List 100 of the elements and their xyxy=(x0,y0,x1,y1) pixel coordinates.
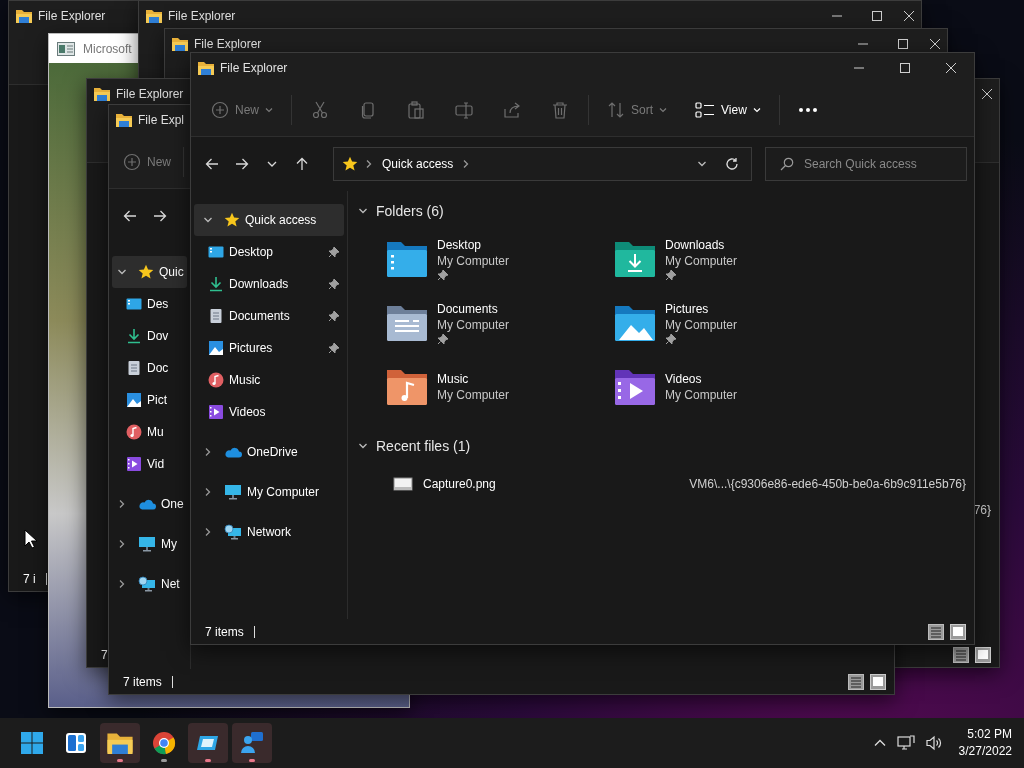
window-title: File Explorer xyxy=(38,9,106,23)
star-icon xyxy=(138,264,154,280)
sidebar-item[interactable]: One xyxy=(112,488,187,520)
sidebar-item[interactable]: Network xyxy=(194,516,344,548)
sidebar-item[interactable]: My xyxy=(112,528,187,560)
window-title: Microsoft xyxy=(83,41,132,56)
image-file-icon xyxy=(393,476,413,492)
mouse-pointer-icon xyxy=(24,529,37,549)
folder-icon xyxy=(107,732,133,754)
back-arrow-icon xyxy=(123,209,137,223)
desktop-icon xyxy=(126,296,142,312)
sidebar-item[interactable]: Doc xyxy=(112,352,187,384)
picture-icon xyxy=(208,340,224,356)
star-icon xyxy=(342,156,358,172)
app-icon xyxy=(57,41,75,56)
folder-icon xyxy=(613,304,657,342)
document-icon xyxy=(126,360,142,376)
tiles-view-button[interactable] xyxy=(950,623,966,640)
trash-icon xyxy=(551,100,569,119)
sidebar-item[interactable]: Music xyxy=(194,364,344,396)
rename-icon xyxy=(455,100,473,119)
item-count: 7 i xyxy=(23,571,36,586)
folder-icon xyxy=(172,37,188,51)
sidebar-item[interactable]: Desktop xyxy=(194,236,344,268)
sidebar-item[interactable]: Pictures xyxy=(194,332,344,364)
sidebar-item[interactable]: Dov xyxy=(112,320,187,352)
view-list-icon xyxy=(695,100,716,119)
details-view-icon xyxy=(953,646,969,663)
video-icon xyxy=(126,456,142,472)
folder-icon xyxy=(613,240,657,278)
folder-icon xyxy=(116,113,132,127)
close-icon xyxy=(945,62,957,74)
taskbar-app-button[interactable] xyxy=(100,723,140,763)
sidebar-item[interactable]: Downloads xyxy=(194,268,344,300)
music-note-icon xyxy=(126,424,142,440)
folder-tile[interactable]: Music My Computer xyxy=(385,355,613,419)
maximize-icon xyxy=(871,10,883,22)
sidebar-item[interactable]: Vid xyxy=(112,448,187,480)
section-header[interactable]: Folders (6) xyxy=(356,199,966,223)
scissors-icon xyxy=(311,100,329,119)
folder-icon xyxy=(146,9,162,23)
search-field[interactable]: Search Quick access xyxy=(765,147,967,181)
tiles-view-icon xyxy=(950,623,966,640)
folder-icon xyxy=(385,304,429,342)
address-bar[interactable]: Quick access xyxy=(333,147,752,181)
section-header[interactable]: Recent files (1) xyxy=(356,434,966,458)
sidebar-item[interactable]: Des xyxy=(112,288,187,320)
network-monitor-icon xyxy=(224,524,242,540)
folder-icon xyxy=(385,240,429,278)
folder-tile[interactable]: Pictures My Computer xyxy=(613,291,841,355)
folder-tile[interactable]: Videos My Computer xyxy=(613,355,841,419)
video-icon xyxy=(208,404,224,420)
search-input[interactable]: Search Quick access xyxy=(804,157,954,171)
picture-icon xyxy=(126,392,142,408)
start-icon xyxy=(20,731,44,755)
folder-tile[interactable]: Desktop My Computer xyxy=(385,227,613,291)
sidebar-item[interactable]: Mu xyxy=(112,416,187,448)
sidebar-item[interactable]: Quick access xyxy=(194,204,344,236)
breadcrumb[interactable]: Quick access xyxy=(380,157,456,171)
item-count: 7 items xyxy=(205,624,244,639)
clock[interactable]: 5:02 PM 3/27/2022 xyxy=(952,726,1012,760)
details-view-button[interactable] xyxy=(928,623,944,640)
monitor-icon xyxy=(224,484,242,500)
tiles-view-button[interactable] xyxy=(975,646,991,663)
back-arrow-icon xyxy=(205,157,219,171)
music-note-icon xyxy=(208,372,224,388)
caret-icon xyxy=(752,105,761,114)
sidebar-item[interactable]: Net xyxy=(112,568,187,600)
sidebar-item[interactable]: OneDrive xyxy=(194,436,344,468)
panels-icon xyxy=(64,731,88,755)
download-arrow-icon xyxy=(208,276,224,292)
caret-icon xyxy=(659,105,668,114)
network-icon xyxy=(896,734,915,752)
details-view-icon xyxy=(848,673,864,690)
volume-icon xyxy=(924,734,943,752)
sidebar-item[interactable]: Pict xyxy=(112,384,187,416)
folder-icon xyxy=(385,368,429,406)
desktop-icon xyxy=(208,244,224,260)
details-view-button[interactable] xyxy=(953,646,969,663)
close-icon xyxy=(981,88,993,100)
tiles-view-icon xyxy=(870,673,886,690)
folder-tile[interactable]: Documents My Computer xyxy=(385,291,613,355)
maximize-icon xyxy=(899,62,911,74)
sidebar-item[interactable]: My Computer xyxy=(194,476,344,508)
view-button[interactable]: View xyxy=(685,91,771,128)
taskbar-app-button[interactable] xyxy=(188,723,228,763)
monitor-icon xyxy=(138,536,156,552)
folder-icon xyxy=(613,368,657,406)
file-row[interactable]: Capture0.png VM6\...\{c9306e86-ede6-450b-be0a-6b9c911e5b76} xyxy=(356,468,966,500)
sidebar-item[interactable]: Documents xyxy=(194,300,344,332)
tiles-view-button[interactable] xyxy=(870,673,886,690)
details-view-button[interactable] xyxy=(848,673,864,690)
folder-tile[interactable]: Downloads My Computer xyxy=(613,227,841,291)
sidebar-item[interactable]: Quic xyxy=(112,256,187,288)
refresh-icon xyxy=(725,157,739,171)
window-title: File Explorer xyxy=(220,61,288,75)
details-view-icon xyxy=(928,623,944,640)
folder-icon xyxy=(16,9,32,23)
sidebar-item[interactable]: Videos xyxy=(194,396,344,428)
star-icon xyxy=(224,212,240,228)
